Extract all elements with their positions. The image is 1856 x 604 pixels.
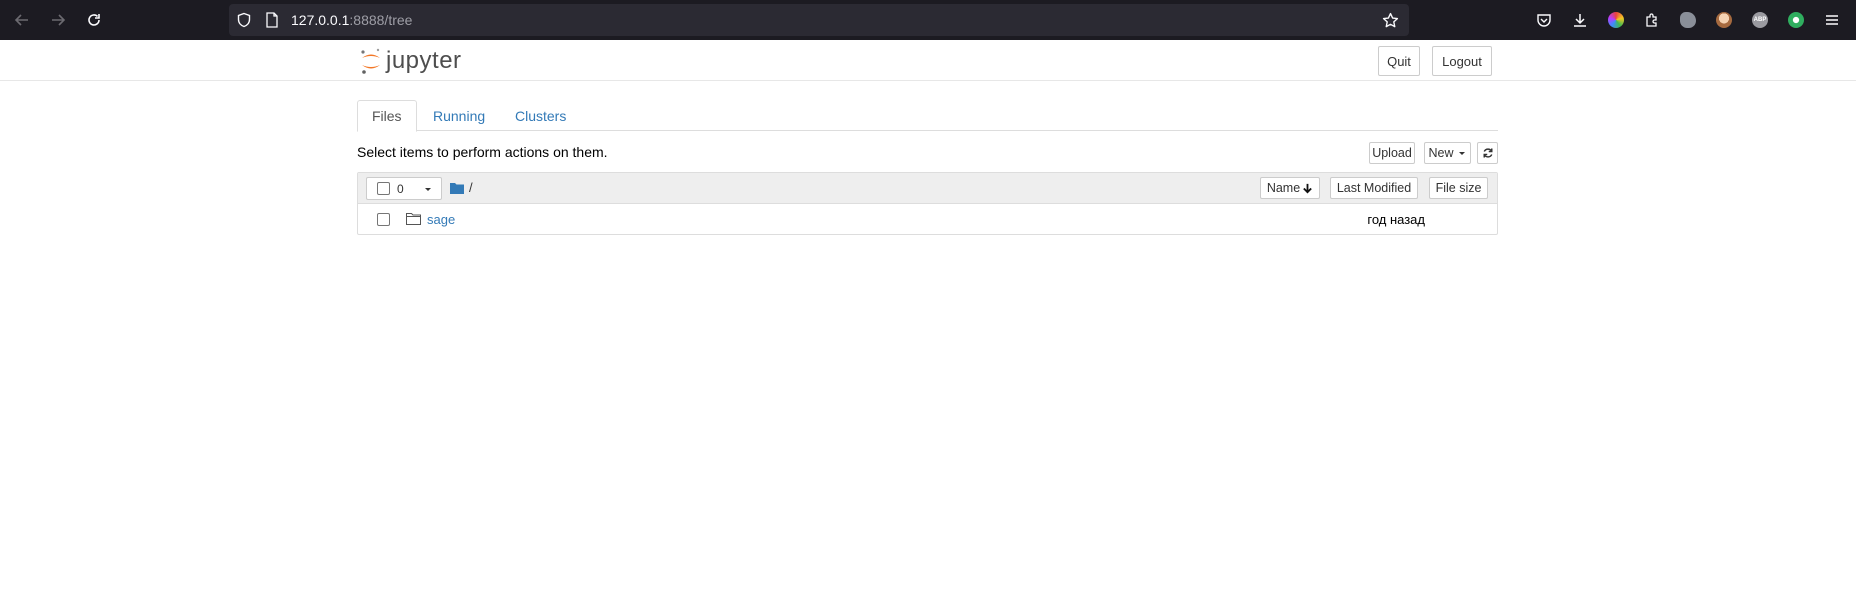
- caret-down-icon: [424, 187, 431, 191]
- reload-icon[interactable]: [81, 7, 107, 33]
- abp-label: ABP: [1752, 12, 1768, 28]
- url-bar[interactable]: 127.0.0.1:8888/tree: [229, 4, 1409, 36]
- jupyter-logo-icon: [361, 48, 380, 74]
- column-name-label: Name: [1266, 181, 1301, 195]
- new-button[interactable]: New: [1424, 142, 1471, 164]
- item-checkbox[interactable]: [377, 213, 390, 226]
- extension-face-icon[interactable]: [1713, 9, 1735, 31]
- breadcrumb: /: [450, 180, 473, 195]
- sort-by-size-button[interactable]: File size: [1429, 177, 1488, 199]
- upload-button[interactable]: Upload: [1369, 142, 1415, 164]
- refresh-button[interactable]: [1477, 142, 1498, 164]
- extension-cloud-icon[interactable]: [1677, 9, 1699, 31]
- tab-clusters[interactable]: Clusters: [501, 100, 580, 131]
- file-list: 0 / Name Last Modified File size sage го…: [357, 172, 1498, 235]
- selected-count: 0: [397, 182, 404, 196]
- item-modified: год назад: [1367, 212, 1425, 227]
- puzzle-icon[interactable]: [1641, 9, 1663, 31]
- shield-icon[interactable]: [235, 11, 253, 29]
- caret-down-icon: [1458, 152, 1465, 155]
- logout-button[interactable]: Logout: [1432, 46, 1492, 76]
- item-name-link[interactable]: sage: [427, 212, 455, 227]
- arrow-down-icon: [1303, 183, 1312, 193]
- tab-bar: Files Running Clusters: [357, 100, 1498, 132]
- logo-text: jupyter: [386, 47, 462, 74]
- url-host: 127.0.0.1: [291, 12, 350, 28]
- jupyter-logo[interactable]: jupyter: [360, 46, 462, 76]
- hamburger-menu-icon[interactable]: [1821, 9, 1843, 31]
- refresh-icon: [1483, 148, 1492, 158]
- jupyter-header: jupyter Quit Logout: [0, 40, 1856, 81]
- selection-hint: Select items to perform actions on them.: [357, 144, 608, 160]
- folder-solid-icon[interactable]: [450, 182, 464, 194]
- file-list-header: 0 / Name Last Modified File size: [358, 173, 1497, 204]
- list-item[interactable]: sage год назад: [358, 204, 1497, 234]
- sort-by-modified-button[interactable]: Last Modified: [1330, 177, 1418, 199]
- extension-green-icon[interactable]: [1785, 9, 1807, 31]
- tab-files[interactable]: Files: [357, 100, 417, 132]
- abp-icon[interactable]: ABP: [1749, 9, 1771, 31]
- bookmark-star-icon[interactable]: [1381, 11, 1399, 29]
- extension-color-icon[interactable]: [1605, 9, 1627, 31]
- url-text[interactable]: 127.0.0.1:8888/tree: [291, 12, 412, 28]
- download-icon[interactable]: [1569, 9, 1591, 31]
- select-all-checkbox[interactable]: [377, 182, 390, 195]
- page-icon[interactable]: [263, 11, 281, 29]
- forward-arrow-icon[interactable]: [45, 7, 71, 33]
- sort-by-name-button[interactable]: Name: [1260, 177, 1320, 199]
- url-path: :8888/tree: [349, 12, 413, 28]
- quit-button[interactable]: Quit: [1378, 46, 1420, 76]
- folder-icon: [406, 213, 421, 225]
- breadcrumb-root[interactable]: /: [469, 180, 473, 195]
- browser-toolbar: 127.0.0.1:8888/tree ABP: [0, 0, 1856, 40]
- new-label: New: [1428, 146, 1454, 160]
- tab-running[interactable]: Running: [419, 100, 499, 131]
- pocket-icon[interactable]: [1533, 9, 1555, 31]
- back-arrow-icon[interactable]: [9, 7, 35, 33]
- selection-dropdown[interactable]: [414, 177, 442, 200]
